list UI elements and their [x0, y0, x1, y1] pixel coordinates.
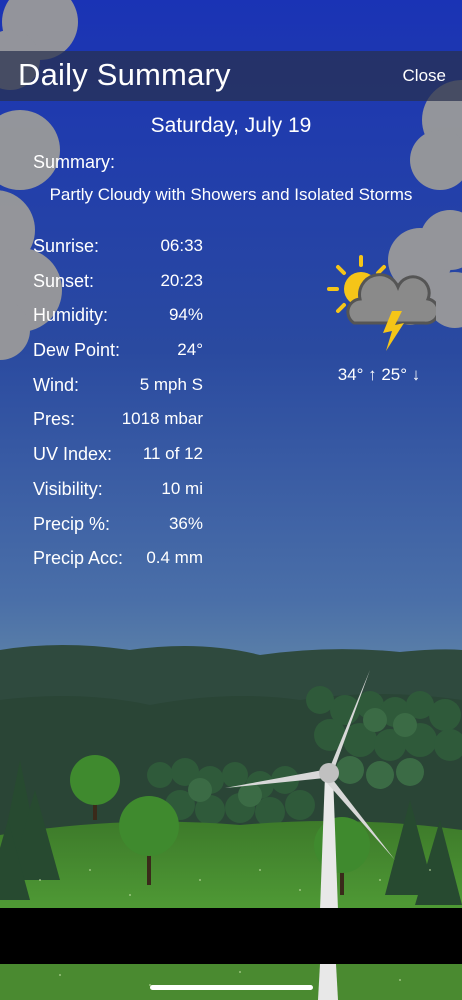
detail-label: Humidity:: [33, 305, 109, 326]
detail-row-sunset: Sunset: 20:23: [33, 268, 203, 303]
detail-value: 24°: [177, 340, 203, 360]
detail-value: 94%: [168, 305, 203, 325]
detail-label: Wind:: [33, 374, 80, 395]
detail-label: Dew Point:: [33, 340, 121, 361]
detail-label: Sunrise:: [33, 236, 100, 256]
page-title: Daily Summary: [18, 57, 231, 92]
detail-row-dew-point: Dew Point: 24°: [33, 337, 203, 372]
summary-text: Partly Cloudy with Showers and Isolated …: [49, 185, 413, 204]
detail-value: 0.4 mm: [146, 548, 203, 568]
detail-row-humidity: Humidity: 94%: [33, 302, 203, 337]
detail-value: 20:23: [160, 270, 203, 290]
detail-value: 36%: [168, 513, 203, 533]
detail-label: Pres:: [33, 409, 76, 430]
detail-row-sunrise: Sunrise: 06:33: [33, 233, 203, 268]
close-button[interactable]: Close: [403, 66, 446, 86]
detail-value: 5 mph S: [139, 374, 203, 394]
detail-row-precip-acc: Precip Acc: 0.4 mm: [33, 545, 203, 580]
temperature-high-low: 34° ↑ 25° ↓: [337, 365, 421, 384]
home-indicator[interactable]: [150, 985, 313, 990]
grass-field: [0, 821, 462, 910]
detail-row-wind: Wind: 5 mph S: [33, 372, 203, 407]
detail-row-uv-index: UV Index: 11 of 12: [33, 441, 203, 476]
detail-row-pressure: Pres: 1018 mbar: [33, 406, 203, 441]
details-list: Sunrise: 06:33 Sunset: 20:23 Humidity: 94% …: [33, 233, 203, 580]
detail-label: Precip %:: [33, 513, 111, 534]
detail-value: 1018 mbar: [121, 409, 203, 429]
detail-label: Precip Acc:: [33, 548, 124, 569]
ad-banner-area: [0, 908, 462, 964]
detail-label: Sunset:: [33, 270, 95, 291]
date-label: Saturday, July 19: [150, 114, 312, 137]
detail-label: UV Index:: [33, 444, 113, 465]
partly-cloudy-thunderstorm-icon: [327, 255, 436, 351]
detail-value: 06:33: [160, 236, 203, 255]
detail-row-visibility: Visibility: 10 mi: [33, 476, 203, 511]
summary-label: Summary:: [33, 152, 116, 172]
detail-value: 10 mi: [161, 478, 203, 498]
header-bar: Daily Summary Close: [0, 51, 462, 101]
detail-label: Visibility:: [33, 478, 103, 499]
detail-row-precip-chance: Precip %: 36%: [33, 511, 203, 546]
detail-value: 11 of 12: [142, 444, 203, 464]
